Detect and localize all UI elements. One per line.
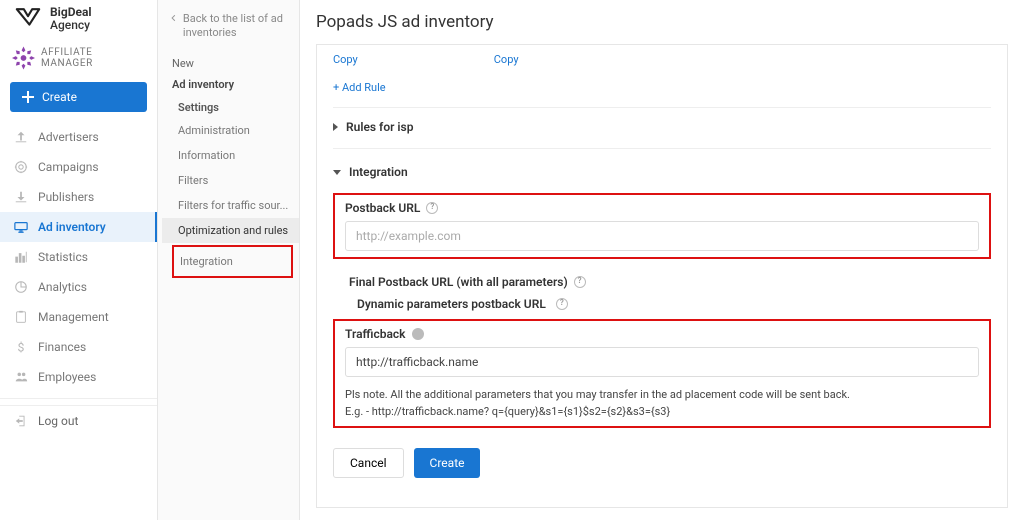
cancel-button[interactable]: Cancel bbox=[333, 448, 404, 478]
plus-icon bbox=[22, 91, 34, 103]
subnav-new: New bbox=[162, 55, 299, 74]
bars-icon bbox=[14, 250, 28, 264]
nav-management[interactable]: Management bbox=[0, 302, 157, 332]
final-postback-row: Final Postback URL (with all parameters) bbox=[333, 267, 991, 291]
left-nav: BigDeal Agency AFFILIATE MANAGER Create … bbox=[0, 0, 158, 520]
subnav-ad-inventory: Ad inventory bbox=[162, 74, 299, 95]
create-button[interactable]: Create bbox=[10, 82, 147, 112]
svg-text:$: $ bbox=[18, 341, 25, 355]
upload-icon bbox=[14, 130, 28, 144]
logout-label: Log out bbox=[38, 414, 78, 428]
nav-campaigns[interactable]: Campaigns bbox=[0, 152, 157, 182]
nav-advertisers[interactable]: Advertisers bbox=[0, 122, 157, 152]
nav-item-label: Finances bbox=[38, 340, 86, 354]
nav-statistics[interactable]: Statistics bbox=[0, 242, 157, 272]
create-button-label: Create bbox=[42, 90, 77, 104]
affiliate-manager-label: AFFILIATE MANAGER bbox=[41, 47, 143, 69]
chevron-right-icon bbox=[333, 123, 338, 131]
panel: Copy Copy + Add Rule Rules for isp Integ… bbox=[316, 44, 1008, 508]
chevron-left-icon bbox=[170, 13, 177, 23]
integration-title: Integration bbox=[349, 165, 408, 179]
logout[interactable]: Log out bbox=[0, 406, 157, 436]
nav-employees[interactable]: Employees bbox=[0, 362, 157, 392]
target-icon bbox=[14, 160, 28, 174]
nav-item-label: Advertisers bbox=[38, 130, 99, 144]
final-postback-label: Final Postback URL (with all parameters) bbox=[349, 275, 568, 289]
nav-item-label: Management bbox=[38, 310, 109, 324]
brand: BigDeal Agency bbox=[0, 0, 157, 36]
actions: Cancel Create bbox=[333, 436, 991, 478]
billboard-icon bbox=[14, 220, 28, 234]
subnav-information[interactable]: Information bbox=[162, 143, 299, 168]
subnav-filters-traffic[interactable]: Filters for traffic sour... bbox=[162, 193, 299, 218]
pie-icon bbox=[14, 280, 28, 294]
subnav-integration-highlight: Integration bbox=[172, 245, 293, 278]
trafficback-input[interactable] bbox=[345, 347, 979, 377]
copy-link-1[interactable]: Copy bbox=[333, 53, 358, 66]
trafficback-note: Pls note. All the additional parameters … bbox=[345, 387, 979, 420]
nav-item-label: Ad inventory bbox=[38, 220, 106, 234]
postback-url-label-row: Postback URL bbox=[345, 201, 979, 215]
back-link[interactable]: Back to the list of ad inventories bbox=[162, 10, 299, 55]
nav-list: Advertisers Campaigns Publishers Ad inve… bbox=[0, 122, 157, 392]
people-icon bbox=[14, 370, 28, 384]
nav-ad-inventory[interactable]: Ad inventory bbox=[0, 212, 157, 242]
chevron-down-icon bbox=[333, 170, 341, 175]
subnav-integration[interactable]: Integration bbox=[180, 249, 281, 274]
subnav-filters[interactable]: Filters bbox=[162, 168, 299, 193]
logout-icon bbox=[14, 414, 28, 428]
dollar-icon: $ bbox=[14, 340, 28, 354]
main: Popads JS ad inventory Copy Copy + Add R… bbox=[300, 0, 1024, 520]
nav-analytics[interactable]: Analytics bbox=[0, 272, 157, 302]
help-icon[interactable] bbox=[574, 276, 586, 288]
trafficback-note-line2: E.g. - http://trafficback.name? q={query… bbox=[345, 404, 979, 419]
trafficback-note-line1: Pls note. All the additional parameters … bbox=[345, 387, 979, 402]
postback-url-highlight: Postback URL bbox=[333, 193, 991, 259]
dynamic-params-row[interactable]: Dynamic parameters postback URL bbox=[333, 291, 991, 315]
rules-isp-label: Rules for isp bbox=[346, 120, 413, 134]
affiliate-manager-row: AFFILIATE MANAGER bbox=[0, 36, 157, 76]
rules-isp-row[interactable]: Rules for isp bbox=[333, 110, 991, 144]
back-link-label: Back to the list of ad inventories bbox=[183, 12, 291, 41]
subnav-settings-header: Settings bbox=[162, 95, 299, 118]
nav-item-label: Statistics bbox=[38, 250, 88, 264]
settings-subnav: Back to the list of ad inventories New A… bbox=[158, 0, 300, 520]
download-icon bbox=[14, 190, 28, 204]
nav-item-label: Campaigns bbox=[38, 160, 99, 174]
integration-section-header[interactable]: Integration bbox=[333, 151, 991, 189]
dynamic-params-label: Dynamic parameters postback URL bbox=[357, 297, 546, 311]
trafficback-label: Trafficback bbox=[345, 327, 406, 341]
copy-link-2[interactable]: Copy bbox=[494, 53, 519, 66]
clipboard-icon bbox=[14, 310, 28, 324]
nav-item-label: Publishers bbox=[38, 190, 94, 204]
brand-name: BigDeal Agency bbox=[50, 6, 92, 32]
copy-row: Copy Copy bbox=[333, 53, 991, 66]
brand-logo-icon bbox=[14, 6, 42, 32]
nav-item-label: Analytics bbox=[38, 280, 87, 294]
postback-url-label: Postback URL bbox=[345, 201, 420, 215]
info-icon[interactable] bbox=[412, 328, 424, 340]
help-icon[interactable] bbox=[426, 202, 438, 214]
subnav-optimization[interactable]: Optimization and rules bbox=[162, 218, 299, 243]
help-icon[interactable] bbox=[556, 298, 568, 310]
create-button-form[interactable]: Create bbox=[414, 448, 481, 478]
nav-finances[interactable]: $ Finances bbox=[0, 332, 157, 362]
nav-item-label: Employees bbox=[38, 370, 96, 384]
nav-publishers[interactable]: Publishers bbox=[0, 182, 157, 212]
subnav-administration[interactable]: Administration bbox=[162, 118, 299, 143]
postback-url-input[interactable] bbox=[345, 221, 979, 251]
affiliate-icon bbox=[12, 46, 35, 70]
trafficback-highlight: Trafficback Pls note. All the additional… bbox=[333, 319, 991, 428]
add-rule-link[interactable]: + Add Rule bbox=[333, 81, 386, 94]
trafficback-label-row: Trafficback bbox=[345, 327, 979, 341]
page-title: Popads JS ad inventory bbox=[316, 10, 1008, 44]
